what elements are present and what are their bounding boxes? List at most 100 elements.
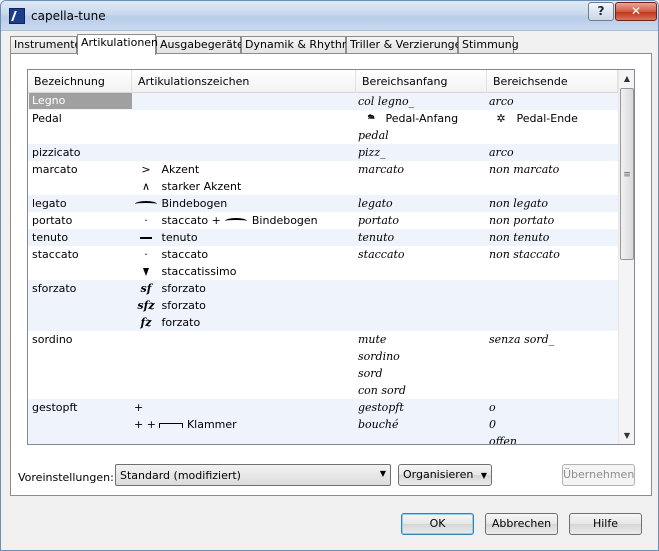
column-header-start[interactable]: Bereichsanfang xyxy=(356,70,487,93)
row-name: portato xyxy=(32,214,73,227)
symbol-cell: Bindebogen xyxy=(134,197,227,210)
range-start: staccato xyxy=(358,248,405,261)
scroll-up-icon[interactable]: ▲ xyxy=(619,70,634,87)
stopped-icon: + xyxy=(134,401,144,414)
fz-icon: fz xyxy=(140,316,152,329)
symbol-text: staccato xyxy=(161,248,209,261)
symbol-cell: staccatissimo xyxy=(134,265,236,278)
range-end: non staccato xyxy=(489,248,560,261)
tab-ausgabegeraete[interactable]: Ausgabegeräte xyxy=(156,36,244,54)
preset-value: Standard (modifiziert) xyxy=(120,469,241,482)
range-end: senza sord_ xyxy=(489,333,555,346)
range-end: o xyxy=(489,401,496,414)
range-end: arco xyxy=(489,95,514,108)
sf-icon: sf xyxy=(140,282,152,295)
column-header-name[interactable]: Bezeichnung xyxy=(28,70,132,93)
tab-stimmung[interactable]: Stimmung xyxy=(458,36,519,54)
scroll-thumb[interactable]: ≡ xyxy=(620,88,634,260)
tenuto-icon xyxy=(134,231,158,244)
list-rows: Legno col legno_ arco Pedal 𝆮 Pedal-Anfa… xyxy=(28,93,618,445)
title-bar[interactable]: capella-tune ? ✕ xyxy=(1,1,658,31)
table-row[interactable]: sordino mute sordino sord con sord senza… xyxy=(28,331,618,399)
stopped-icon: + + xyxy=(134,418,156,431)
staccato-dot-icon: · xyxy=(144,248,148,261)
row-name: marcato xyxy=(32,163,78,176)
dialog-window: capella-tune ? ✕ Instrumente Artikulatio… xyxy=(0,0,659,551)
symbol-text: Akzent xyxy=(161,163,200,176)
column-header-end[interactable]: Bereichsende xyxy=(487,70,618,93)
chevron-down-icon: ▼ xyxy=(480,471,487,480)
table-row[interactable]: pizzicato pizz_ arco xyxy=(28,144,618,161)
tab-artikulationen[interactable]: Artikulationen xyxy=(77,34,158,55)
chevron-down-icon: ▼ xyxy=(379,469,386,478)
range-start: tenuto xyxy=(358,231,395,244)
symbol-text: staccatissimo xyxy=(161,265,237,278)
help-button[interactable]: Hilfe xyxy=(569,513,642,535)
symbol-text: forzato xyxy=(161,316,201,329)
table-row[interactable]: gestopft + + + Klammer gestopft bouché o… xyxy=(28,399,618,445)
range-start: portato xyxy=(358,214,399,227)
range-end: offen xyxy=(489,435,518,445)
close-button[interactable]: ✕ xyxy=(615,2,657,21)
organize-button[interactable]: Organisieren ▼ xyxy=(398,464,492,486)
symbol-cell: sf sforzato xyxy=(134,282,206,295)
sfz-icon: sfz xyxy=(137,299,155,312)
symbol-cell: ∧ starker Akzent xyxy=(134,180,241,193)
range-start: mute xyxy=(358,333,387,346)
row-name: pizzicato xyxy=(32,146,81,159)
table-row[interactable]: Legno col legno_ arco xyxy=(28,93,618,110)
tab-instrumente[interactable]: Instrumente xyxy=(10,36,81,54)
range-start: pizz_ xyxy=(358,146,386,159)
range-end: arco xyxy=(489,146,514,159)
row-name: Pedal xyxy=(32,112,62,125)
apply-button[interactable]: Übernehmen xyxy=(562,464,635,486)
pedal-end-icon: ✲ xyxy=(496,112,506,125)
tab-dynamik-rhythmik[interactable]: Dynamik & Rhythmik xyxy=(241,36,362,54)
row-name: sordino xyxy=(32,333,73,346)
strong-accent-icon: ∧ xyxy=(141,180,151,193)
table-row[interactable]: marcato > Akzent ∧ starker Akzent marcat… xyxy=(28,161,618,195)
range-start: bouché xyxy=(358,418,399,431)
symbol-cell: · staccato + Bindebogen xyxy=(134,214,317,227)
table-row[interactable]: portato · staccato + Bindebogen portato … xyxy=(28,212,618,229)
articulation-list[interactable]: Bezeichnung Artikulationszeichen Bereich… xyxy=(27,69,635,445)
slur-icon xyxy=(134,197,158,210)
range-start: gestopft xyxy=(358,401,404,414)
accent-icon: > xyxy=(141,163,151,176)
column-header-symbol[interactable]: Artikulationszeichen xyxy=(132,70,356,93)
range-start-alt: pedal xyxy=(358,129,389,142)
bracket-icon xyxy=(159,422,184,428)
symbol-text: sforzato xyxy=(161,282,206,295)
organize-label: Organisieren xyxy=(403,468,474,481)
staccato-dot-icon: · xyxy=(144,214,148,227)
symbol-text: sforzato xyxy=(161,299,206,312)
range-end: non tenuto xyxy=(489,231,550,244)
range-start: marcato xyxy=(358,163,405,176)
scroll-down-icon[interactable]: ▼ xyxy=(619,427,634,444)
tab-triller-verzierungen[interactable]: Triller & Verzierungen xyxy=(346,36,468,54)
range-start: sord xyxy=(358,367,383,380)
table-row[interactable]: tenuto tenuto tenuto non tenuto xyxy=(28,229,618,246)
symbol-cell: · staccato xyxy=(134,248,208,261)
range-start: legato xyxy=(358,197,393,210)
range-start: con sord xyxy=(358,384,406,397)
preset-select[interactable]: Standard (modifiziert) ▼ xyxy=(115,464,391,486)
ok-button[interactable]: OK xyxy=(401,513,474,535)
pedal-start-icon: 𝆮 xyxy=(366,112,374,125)
table-row[interactable]: staccato · staccato staccatissimo stacca… xyxy=(28,246,618,280)
symbol-text: tenuto xyxy=(161,231,198,244)
table-row[interactable]: legato Bindebogen legato non legato xyxy=(28,195,618,212)
symbol-cell: fz forzato xyxy=(134,316,201,329)
staccatissimo-icon xyxy=(134,265,158,278)
table-row[interactable]: sforzato sf sforzato sfz sforzato fz for… xyxy=(28,280,618,331)
vertical-scrollbar[interactable]: ▲ ≡ ▼ xyxy=(618,70,634,444)
range-start: col legno_ xyxy=(358,95,415,108)
symbol-cell: tenuto xyxy=(134,231,198,244)
cancel-button[interactable]: Abbrechen xyxy=(485,513,558,535)
articulations-panel: Bezeichnung Artikulationszeichen Bereich… xyxy=(10,53,652,496)
slur-icon xyxy=(224,214,248,227)
symbol-text: staccato xyxy=(161,214,209,227)
app-icon xyxy=(9,8,25,24)
help-title-button[interactable]: ? xyxy=(588,2,614,21)
table-row[interactable]: Pedal 𝆮 Pedal-Anfang ✲ Pedal-Ende pedal xyxy=(28,110,618,144)
